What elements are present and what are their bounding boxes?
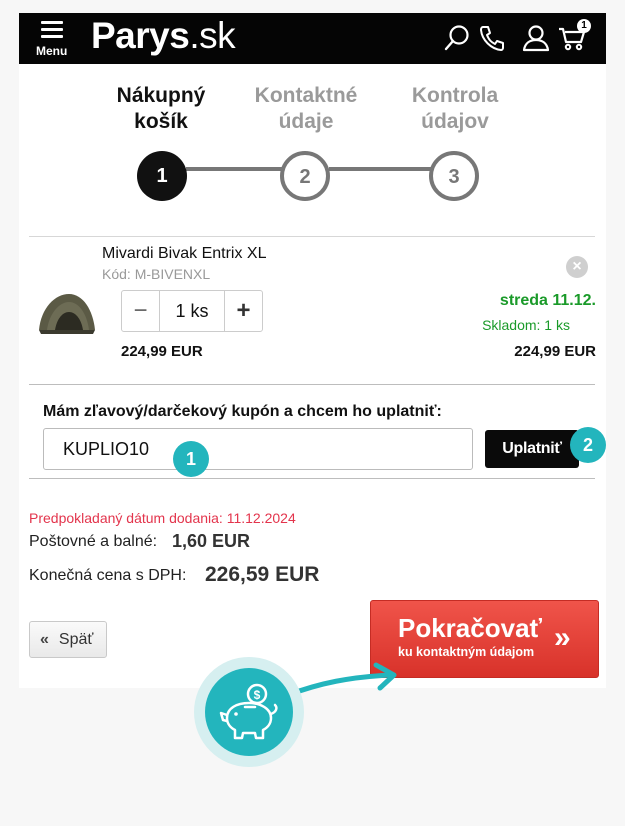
delivery-date: streda 11.12. (499, 292, 596, 309)
back-label: Späť (58, 631, 94, 648)
stock-status: Skladom: 1 ks (482, 317, 570, 333)
total-item-price: 224,99 EUR (514, 343, 596, 360)
logo-tld: .sk (189, 15, 236, 56)
estimated-delivery: Predpokladaný dátum dodania: 11.12.2024 (29, 510, 296, 526)
user-icon[interactable] (521, 23, 551, 53)
product-image[interactable] (37, 288, 97, 336)
top-bar: Menu Parys.sk 1 (19, 13, 606, 64)
step-marker-badge: 1 (173, 441, 209, 477)
step-1-label: Nákupný košík (96, 83, 226, 135)
phone-icon[interactable] (477, 23, 507, 53)
total-value: 226,59 EUR (205, 563, 320, 586)
back-button[interactable]: « Späť (29, 621, 107, 658)
menu-label: Menu (36, 44, 68, 58)
step-3-label-line1: Kontrola (411, 84, 499, 107)
continue-subtitle: ku kontaktným údajom (398, 645, 535, 659)
quantity-value[interactable]: 1 ks (159, 291, 225, 331)
step-2-label-line1: Kontaktné (254, 84, 358, 107)
quantity-stepper: − 1 ks + (121, 290, 263, 332)
remove-item-button[interactable]: × (566, 256, 588, 278)
step-2-label: Kontaktné údaje (241, 83, 371, 135)
step-connector (186, 167, 282, 171)
site-logo[interactable]: Parys.sk (91, 15, 236, 57)
continue-title: Pokračovať (398, 613, 542, 643)
divider (29, 478, 595, 479)
decrease-quantity-button[interactable]: − (122, 291, 159, 331)
step-3-label-line2: údajov (421, 110, 489, 133)
product-code: Kód: M-BIVENXL (102, 266, 211, 282)
step-1-label-line1: Nákupný (116, 84, 206, 107)
search-icon[interactable] (442, 23, 472, 53)
coupon-label: Mám zľavový/darčekový kupón a chcem ho u… (43, 403, 442, 420)
step-3-label: Kontrola údajov (390, 83, 520, 135)
close-icon: × (572, 258, 582, 275)
step-1-circle: 1 (137, 151, 187, 201)
divider (29, 236, 595, 237)
divider (29, 384, 595, 385)
menu-button[interactable]: Menu (36, 19, 72, 59)
product-name[interactable]: Mivardi Bivak Entrix XL (102, 245, 267, 263)
logo-main: Parys (91, 15, 190, 56)
cart-count-badge: 1 (577, 19, 591, 33)
svg-text:$: $ (254, 688, 261, 702)
step-1-label-line2: košík (134, 110, 188, 133)
coupon-input[interactable]: KUPLIO10 (43, 428, 473, 470)
apply-coupon-button[interactable]: Uplatniť (485, 430, 579, 468)
step-connector (329, 167, 433, 171)
total-label: Konečná cena s DPH: (29, 567, 187, 584)
unit-price: 224,99 EUR (121, 343, 203, 360)
increase-quantity-button[interactable]: + (225, 291, 262, 331)
step-marker-badge: 2 (570, 427, 606, 463)
step-2-circle[interactable]: 2 (280, 151, 330, 201)
piggy-bank-icon: $ (205, 668, 293, 756)
step-3-circle[interactable]: 3 (429, 151, 479, 201)
double-chevron-right-icon: » (554, 621, 571, 654)
shipping-value: 1,60 EUR (172, 531, 251, 551)
step-2-label-line2: údaje (278, 110, 334, 133)
hamburger-icon (41, 21, 63, 42)
double-chevron-left-icon: « (40, 631, 49, 648)
shipping-label: Poštovné a balné: (29, 533, 158, 550)
